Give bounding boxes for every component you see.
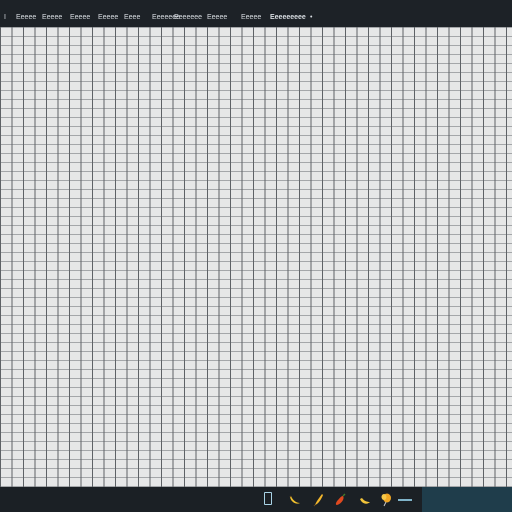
menu-item-1[interactable]: I [4,14,6,22]
banana-icon[interactable] [358,493,372,507]
menu-item-6[interactable]: Eeee [124,14,140,22]
minimize-icon[interactable] [398,499,412,501]
menu-item-4[interactable]: Eeeee [70,14,90,22]
menu-bar: I Eeeee Eeeee Eeeee Eeeee Eeee Eeeeeee E… [0,0,512,27]
banana-icon[interactable] [312,493,326,507]
balloon-icon[interactable] [379,493,393,507]
menu-item-2[interactable]: Eeeee [16,14,36,22]
menu-item-12[interactable]: • [310,14,312,22]
window-icon[interactable] [264,492,272,505]
menu-item-5[interactable]: Eeeee [98,14,118,22]
menu-item-9[interactable]: Eeeee [207,14,227,22]
menu-item-8[interactable]: Eeeeeee [174,14,202,22]
spreadsheet-grid[interactable] [0,27,512,487]
taskbar-tray [422,487,512,512]
menu-item-3[interactable]: Eeeee [42,14,62,22]
menu-item-10[interactable]: Eeeee [241,14,261,22]
pepper-icon[interactable] [333,493,347,507]
taskbar [0,487,512,512]
menu-item-11[interactable]: Eeeeeeeee [270,14,306,22]
banana-icon[interactable] [288,493,302,507]
